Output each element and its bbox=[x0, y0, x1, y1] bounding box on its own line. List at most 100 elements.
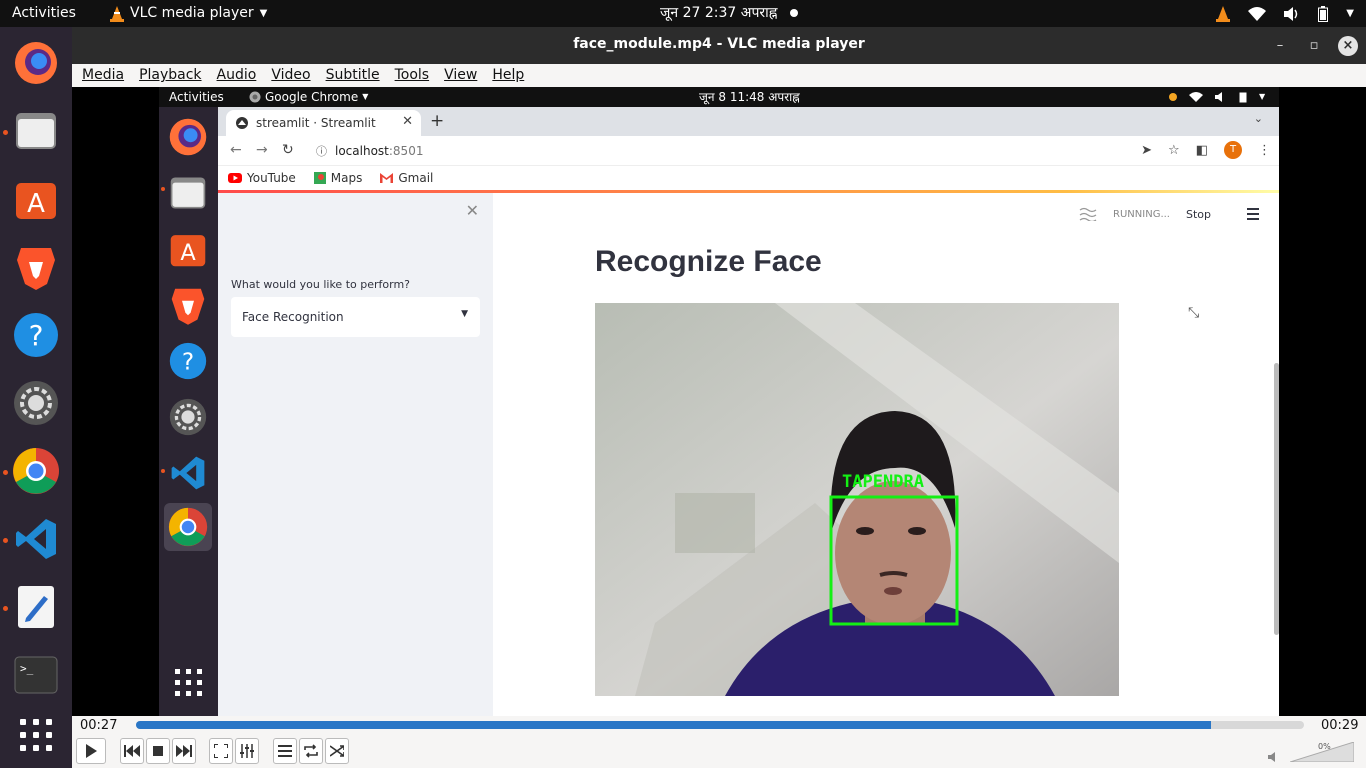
extended-settings-button[interactable] bbox=[235, 738, 259, 764]
chrome-icon[interactable] bbox=[10, 445, 62, 497]
battery-icon[interactable] bbox=[1318, 5, 1329, 22]
activities-button[interactable]: Activities bbox=[12, 0, 76, 27]
vscode-icon bbox=[164, 449, 212, 497]
firefox-icon bbox=[164, 113, 212, 161]
files-icon[interactable] bbox=[10, 105, 62, 157]
system-tray[interactable]: ▼ bbox=[1216, 0, 1354, 27]
url-host: localhost bbox=[335, 144, 389, 158]
settings-icon bbox=[164, 393, 212, 441]
streamlit-main: RUNNING... Stop Recognize Face TAPENDRA … bbox=[493, 193, 1279, 716]
bookmark-gmail: Gmail bbox=[380, 171, 433, 185]
bookmark-label: Gmail bbox=[398, 171, 434, 185]
svg-text:?: ? bbox=[182, 349, 194, 375]
loop-icon bbox=[304, 744, 318, 758]
seek-progress bbox=[136, 721, 1211, 729]
system-top-bar: Activities VLC media player ▼ जून 27 2:3… bbox=[0, 0, 1366, 27]
menu-view[interactable]: View bbox=[444, 64, 477, 87]
svg-text:>_: >_ bbox=[20, 662, 34, 675]
menu-help[interactable]: Help bbox=[492, 64, 524, 87]
stop-button[interactable] bbox=[146, 738, 170, 764]
bookmark-label: YouTube bbox=[247, 171, 296, 185]
menu-playback[interactable]: Playback bbox=[139, 64, 201, 87]
show-apps-icon[interactable] bbox=[20, 719, 52, 751]
video-canvas[interactable]: Activities Google Chrome ▼ जून 8 11:48 अ… bbox=[72, 87, 1366, 716]
vscode-icon[interactable] bbox=[10, 513, 62, 565]
face-label: TAPENDRA bbox=[842, 472, 924, 492]
play-button[interactable] bbox=[76, 738, 106, 764]
close-icon[interactable]: × bbox=[1338, 36, 1358, 56]
fullscreen-button[interactable] bbox=[209, 738, 233, 764]
seek-slider[interactable] bbox=[136, 721, 1304, 729]
volume-control[interactable]: 0% bbox=[1268, 740, 1358, 762]
webcam-frame: TAPENDRA bbox=[595, 303, 1119, 696]
menu-video[interactable]: Video bbox=[271, 64, 310, 87]
volume-icon[interactable] bbox=[1284, 6, 1300, 21]
side-panel-icon: ◧ bbox=[1195, 142, 1208, 158]
stop-button: Stop bbox=[1185, 207, 1211, 221]
menu-audio[interactable]: Audio bbox=[217, 64, 257, 87]
minimize-icon[interactable]: – bbox=[1270, 36, 1290, 56]
software-center-icon[interactable]: A bbox=[10, 173, 62, 225]
menu-tools[interactable]: Tools bbox=[395, 64, 430, 87]
notification-dot bbox=[790, 9, 798, 17]
chevron-down-icon: ▼ bbox=[1259, 92, 1266, 101]
page-scrollbar bbox=[1274, 363, 1279, 635]
shuffle-icon bbox=[330, 745, 344, 757]
run-status: RUNNING... Stop bbox=[1079, 207, 1247, 221]
chrome-tab-title: streamlit · Streamlit bbox=[256, 116, 376, 130]
url-port: :8501 bbox=[388, 144, 424, 158]
share-icon: ➤ bbox=[1141, 142, 1153, 158]
playlist-button[interactable] bbox=[273, 738, 297, 764]
play-icon bbox=[86, 744, 97, 758]
terminal-icon[interactable]: >_ bbox=[10, 649, 62, 701]
volume-icon bbox=[1215, 92, 1222, 102]
recorded-app-menu: Google Chrome ▼ bbox=[249, 87, 368, 107]
bookmark-maps: Maps bbox=[313, 171, 362, 185]
settings-icon[interactable] bbox=[10, 377, 62, 429]
task-selectbox: Face Recognition ▼ bbox=[231, 297, 480, 337]
reload-icon: ↻ bbox=[282, 142, 294, 158]
help-icon[interactable]: ? bbox=[10, 309, 62, 361]
brave-icon[interactable] bbox=[10, 241, 62, 293]
profile-avatar: T bbox=[1224, 141, 1242, 159]
wifi-icon[interactable] bbox=[1248, 6, 1267, 21]
close-sidebar-icon: ✕ bbox=[465, 201, 479, 220]
battery-icon bbox=[1239, 92, 1247, 103]
brave-icon bbox=[164, 281, 212, 329]
vlc-titlebar: face_module.mp4 - VLC media player – ▫ × bbox=[72, 27, 1366, 64]
time-total: 00:29 bbox=[1321, 718, 1359, 733]
volume-muted-icon[interactable] bbox=[1268, 752, 1280, 762]
next-button[interactable] bbox=[172, 738, 196, 764]
running-icon bbox=[1079, 207, 1097, 221]
show-apps-icon bbox=[175, 669, 202, 696]
previous-button[interactable] bbox=[120, 738, 144, 764]
menu-subtitle[interactable]: Subtitle bbox=[326, 64, 380, 87]
youtube-icon bbox=[228, 173, 242, 183]
bookmark-youtube: YouTube bbox=[228, 171, 296, 185]
star-icon: ☆ bbox=[1168, 142, 1180, 158]
vlc-tray-icon[interactable] bbox=[1216, 5, 1231, 22]
text-editor-icon[interactable] bbox=[10, 581, 62, 633]
chevron-down-icon[interactable]: ▼ bbox=[1346, 0, 1354, 27]
recorded-record-dot bbox=[1169, 93, 1177, 101]
time-elapsed: 00:27 bbox=[80, 718, 118, 733]
select-label: What would you like to perform? bbox=[231, 278, 410, 291]
svg-text:A: A bbox=[180, 240, 196, 266]
streamlit-favicon bbox=[236, 117, 248, 129]
loop-button[interactable] bbox=[299, 738, 323, 764]
maximize-icon[interactable]: ▫ bbox=[1304, 36, 1324, 56]
shuffle-button[interactable] bbox=[325, 738, 349, 764]
vlc-menubar: Media Playback Audio Video Subtitle Tool… bbox=[72, 64, 1366, 87]
forward-icon: → bbox=[256, 142, 268, 158]
chrome-small-icon bbox=[249, 91, 261, 103]
app-menu[interactable]: VLC media player ▼ bbox=[110, 0, 267, 27]
clock[interactable]: जून 27 2:37 अपराह्न bbox=[660, 0, 777, 27]
skip-forward-icon bbox=[176, 745, 192, 757]
firefox-icon[interactable] bbox=[10, 37, 62, 89]
svg-text:?: ? bbox=[29, 319, 44, 352]
webcam-image: TAPENDRA bbox=[595, 303, 1119, 696]
recorded-chrome-window: streamlit · Streamlit ✕ + ⌄ ← → ↻ ⓘ loca… bbox=[218, 107, 1279, 716]
files-icon bbox=[164, 169, 212, 217]
chrome-tab: streamlit · Streamlit ✕ bbox=[226, 110, 421, 136]
menu-media[interactable]: Media bbox=[82, 64, 124, 87]
